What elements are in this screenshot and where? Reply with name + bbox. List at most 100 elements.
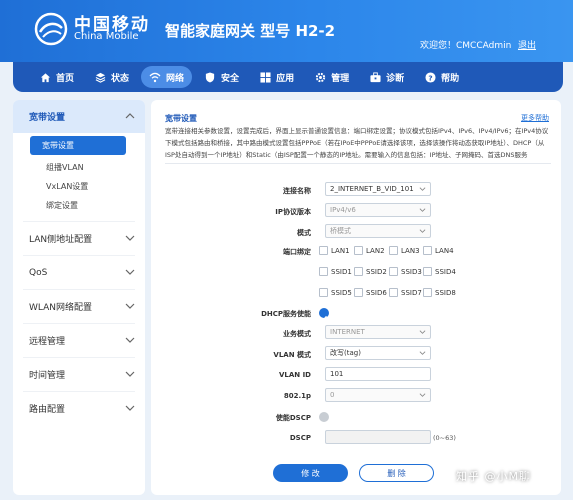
delete-button[interactable]: 删 除 [359,464,434,482]
nav-help[interactable]: ? 帮助 [416,66,467,88]
checkbox-label: SSID6 [366,288,387,297]
checkbox-ssid1[interactable]: SSID1 [319,267,352,276]
enable-dscp-toggle[interactable] [319,412,329,422]
dot1p-label: 802.1p [283,392,311,400]
chevron-down-icon [125,269,135,275]
vlan-mode-select[interactable]: 改写(tag) [325,346,431,360]
chevron-down-icon [125,235,135,241]
checkbox-label: LAN2 [366,246,385,255]
nav-label: 状态 [111,73,130,84]
toolbox-icon [369,71,381,83]
checkbox-ssid6[interactable]: SSID6 [354,288,387,297]
checkbox-label: SSID8 [435,288,456,297]
service-mode-label: 业务模式 [283,330,311,338]
sidebar-group-label: 远程管理 [29,337,66,347]
page-title: 宽带设置 [165,114,197,123]
checkbox-ssid8[interactable]: SSID8 [423,288,456,297]
sidebar-group-label: 时间管理 [29,371,66,381]
modify-button[interactable]: 修 改 [273,464,348,482]
select-value: 改写(tag) [330,349,361,357]
checkbox-ssid4[interactable]: SSID4 [423,267,456,276]
dscp-label: DSCP [289,434,311,442]
checkbox-box [389,267,398,276]
checkbox-lan3[interactable]: LAN3 [389,246,420,255]
chevron-down-icon [419,229,426,233]
nav-status[interactable]: 状态 [86,66,137,88]
nav-label: 网络 [166,73,185,84]
dhcp-enable-toggle[interactable] [319,308,329,321]
checkbox-ssid5[interactable]: SSID5 [319,288,352,297]
checkbox-label: SSID7 [401,288,422,297]
sidebar-group-routing[interactable]: 路由配置 [13,392,145,425]
ip-protocol-select[interactable]: IPv4/v6 [325,203,431,217]
select-value: IPv4/v6 [330,206,356,214]
sidebar-group-broadband[interactable]: 宽带设置 [13,100,145,133]
nav-security[interactable]: 安全 [196,66,247,88]
divider [165,163,551,164]
sidebar: 宽带设置 宽带设置 组播VLAN VxLAN设置 绑定设置 LAN侧地址配置 Q… [13,100,145,495]
checkbox-ssid2[interactable]: SSID2 [354,267,387,276]
sidebar-item-multicast-vlan[interactable]: 组播VLAN [13,158,145,177]
sidebar-group-qos[interactable]: QoS [13,256,145,289]
checkbox-lan1[interactable]: LAN1 [319,246,350,255]
service-mode-select[interactable]: INTERNET [325,325,431,339]
page-description: 宽带连接相关参数设置，设置完成后，界面上显示普通设置信息：端口绑定设置；协议模式… [165,127,549,159]
chevron-down-icon [419,393,426,397]
app-header: 中国移动 China Mobile 智能家庭网关 型号 H2-2 欢迎您！CMC… [0,0,573,62]
checkbox-box [319,246,328,255]
dhcp-enable-label: DHCP服务使能 [261,310,311,318]
checkbox-ssid3[interactable]: SSID3 [389,267,422,276]
connection-name-select[interactable]: 2_INTERNET_B_VID_101 [325,182,431,196]
logout-link[interactable]: 退出 [518,38,536,51]
checkbox-box [423,246,432,255]
sidebar-group-remote[interactable]: 远程管理 [13,324,145,357]
shield-icon [204,71,216,83]
nav-home[interactable]: 首页 [31,66,82,88]
checkbox-ssid7[interactable]: SSID7 [389,288,422,297]
sidebar-group-wlan[interactable]: WLAN网络配置 [13,290,145,323]
connection-name-label: 连接名称 [283,187,311,195]
checkbox-box [354,246,363,255]
sidebar-item-binding[interactable]: 绑定设置 [13,196,145,215]
chevron-down-icon [419,330,426,334]
nav-network[interactable]: 网络 [141,66,193,88]
dscp-range-hint: (0~63) [433,434,456,442]
welcome-text: 欢迎您！CMCCAdmin [420,41,512,51]
more-help-link[interactable]: 更多帮助 [521,113,549,123]
sidebar-group-label: LAN侧地址配置 [29,235,93,245]
dot1p-select[interactable]: 0 [325,388,431,402]
checkbox-lan2[interactable]: LAN2 [354,246,385,255]
checkbox-lan4[interactable]: LAN4 [423,246,454,255]
sidebar-group-time[interactable]: 时间管理 [13,358,145,391]
dscp-input[interactable] [325,430,431,444]
mode-select[interactable]: 桥模式 [325,224,431,238]
select-value: INTERNET [330,328,365,336]
nav-apps[interactable]: 应用 [251,66,302,88]
nav-diagnostics[interactable]: 诊断 [361,66,412,88]
checkbox-box [423,267,432,276]
watermark: 知乎 @小M聊 [456,470,531,483]
nav-management[interactable]: 管理 [306,66,357,88]
main-nav: 首页 状态 网络 安全 应用 管理 诊断 ? 帮助 [13,62,563,92]
sidebar-item-broadband-settings[interactable]: 宽带设置 [30,136,126,155]
checkbox-box [389,288,398,297]
select-value: 桥模式 [330,227,351,235]
sidebar-group-label: QoS [29,267,48,278]
sidebar-group-lan[interactable]: LAN侧地址配置 [13,222,145,255]
port-binding-label: 端口绑定 [283,248,311,256]
nav-label: 帮助 [441,73,460,84]
checkbox-box [319,288,328,297]
brand-name-en: China Mobile [74,31,139,42]
vlan-id-input[interactable]: 101 [325,367,431,381]
nav-label: 首页 [56,73,75,84]
checkbox-box [354,267,363,276]
chevron-down-icon [125,303,135,309]
chevron-down-icon [419,208,426,212]
chevron-down-icon [125,405,135,411]
home-icon [39,71,51,83]
mode-label: 模式 [297,229,311,237]
sidebar-item-vxlan[interactable]: VxLAN设置 [13,177,145,196]
checkbox-label: LAN1 [331,246,350,255]
layers-icon [94,71,106,83]
sidebar-group-label: 路由配置 [29,405,66,415]
